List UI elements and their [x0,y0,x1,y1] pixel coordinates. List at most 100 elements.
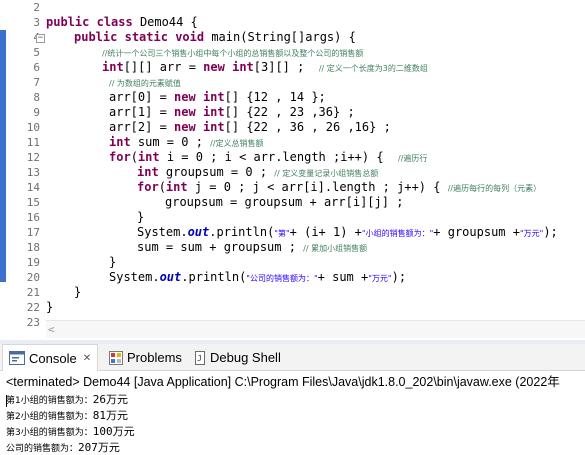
keyword: int [165,180,188,194]
code-editor[interactable]: 2 3 4 5 6 7 8 9 10 11 12 13 14 15 16 17 … [0,0,585,340]
line-number: 14 [26,181,40,194]
code-text: sum = 0 ; [130,135,211,149]
line-number: 15 [26,196,40,209]
output-value: 207万元 [78,441,120,454]
code-text: i = 0 ; i < arr.length ;i++) { [159,150,399,164]
comment: //定义总销售额 [210,139,264,148]
line-number: 2 [33,1,40,14]
code-text: ( [130,150,138,164]
code-text: groupsum = groupsum + arr[i][j] ; [165,195,404,209]
code-line-19: } [109,255,116,270]
code-area[interactable]: public class Demo44 { public static void… [46,0,585,320]
output-value: 26万元 [92,393,128,406]
output-line: 公司的销售额为：207万元 [6,440,120,455]
code-text: Demo44 { [132,15,198,29]
tab-problems-label: Problems [127,350,182,365]
keyword: int [232,60,254,74]
field-name: out [159,270,182,284]
keyword: class [96,15,133,29]
code-line-21: } [74,285,81,300]
line-number: 12 [26,151,40,164]
console-output[interactable]: 第1小组的销售额为：26万元 第2小组的销售额为：81万元 第3小组的销售额为：… [0,392,585,455]
problems-icon [109,350,123,365]
code-line-20: System.out.println("公司的销售额为："+ sum +"万元"… [109,270,406,285]
code-text: [] {12 , 14 }; [224,90,326,104]
code-text: + sum + [317,270,369,284]
comment: // 累加小组销售额 [303,244,368,253]
code-text: + groupsum + [433,225,520,239]
code-line-8: arr[0] = new int[] {12 , 14 }; [109,90,326,105]
line-number-gutter: 2 3 4 5 6 7 8 9 10 11 12 13 14 15 16 17 … [8,0,45,329]
scroll-left-icon[interactable]: < [48,323,55,336]
line-number: 21 [26,286,40,299]
line-number: 11 [26,136,40,149]
code-text: main(String[]args) { [204,30,356,44]
line-number: 19 [26,256,40,269]
string-literal: "小组的销售额为：" [361,229,434,238]
string-literal: "万元" [519,229,544,238]
line-number: 23 [26,316,40,329]
keyword: new [174,90,196,104]
line-number: 13 [26,166,40,179]
line-number: 20 [26,271,40,284]
code-text: + (i+ 1) + [289,225,362,239]
keyword: static [124,30,168,44]
output-line: 第1小组的销售额为：26万元 [6,392,128,408]
line-number: 16 [26,211,40,224]
tab-console[interactable]: Console ✕ [2,344,99,371]
keyword: int [102,60,124,74]
code-text: } [137,210,145,224]
console-status-line: <terminated> Demo44 [Java Application] C… [0,372,585,392]
fold-minus-icon[interactable]: − [36,34,45,43]
code-text: groupsum = 0 ; [158,165,275,179]
keyword: public [74,30,118,44]
horizontal-scrollbar[interactable]: < [46,320,585,338]
code-line-9: arr[1] = new int[] {22 , 23 ,36} ; [109,105,355,120]
code-line-6: int[][] arr = new int[3][] ; // 定义一个长度为3… [102,60,428,75]
tab-console-label: Console [29,350,77,366]
comment: //遍历每行的每列（元素） [447,184,542,193]
field-name: out [187,225,210,239]
overview-ruler [0,0,8,320]
line-number: 7 [33,76,40,89]
output-value: 100万元 [92,425,135,438]
code-line-12: for(int i = 0 ; i < arr.length ;i++) { /… [109,150,427,165]
code-text: [] {22 , 23 ,36} ; [224,105,355,119]
tab-problems[interactable]: Problems [103,344,188,371]
tab-debug-shell-label: Debug Shell [210,350,281,365]
code-text: } [46,300,54,314]
close-icon[interactable]: ✕ [83,353,91,364]
code-line-18: sum = sum + groupsum ; // 累加小组销售额 [137,240,367,255]
code-line-22: } [46,300,53,315]
comment: // 定义一个长度为3的二维数组 [318,64,428,73]
code-line-14: for(int j = 0 ; j < arr[i].length ; j++)… [137,180,541,195]
keyword: for [137,180,159,194]
line-number: 6 [33,61,40,74]
keyword: for [109,150,131,164]
keyword: int [137,150,160,164]
line-number: 10 [26,121,40,134]
code-line-10: arr[2] = new int[] {22 , 36 , 26 ,16} ; [109,120,391,135]
code-text: System. [137,225,188,239]
code-line-17: System.out.println("第"+ (i+ 1) +"小组的销售额为… [137,225,558,240]
code-line-15: groupsum = groupsum + arr[i][j] ; [165,195,403,210]
keyword: public [46,15,90,29]
keyword: int [202,90,225,104]
output-text: 第2小组的销售额为： [6,412,93,422]
tab-debug-shell[interactable]: J Debug Shell [188,344,287,371]
code-line-4: public static void main(String[]args) { [74,30,356,45]
output-text: 公司的销售额为： [6,444,79,454]
comment: //遍历行 [398,154,428,163]
string-literal: "万元" [368,274,392,283]
code-text: sum = sum + groupsum ; [137,240,304,254]
code-text: } [109,255,117,269]
code-line-11: int sum = 0 ; //定义总销售额 [109,135,264,150]
keyword: int [202,120,225,134]
keyword: int [109,135,131,149]
code-text: j = 0 ; j < arr[i].length ; j++) { [187,180,448,194]
code-text: arr[2] = [109,120,175,134]
line-number: 5 [33,46,40,59]
code-line-5: //统计一个公司三个销售小组中每个小组的总销售额以及整个公司的销售额 [102,45,363,60]
output-text: 第3小组的销售额为： [6,428,93,438]
string-literal: "公司的销售额为：" [246,274,318,283]
